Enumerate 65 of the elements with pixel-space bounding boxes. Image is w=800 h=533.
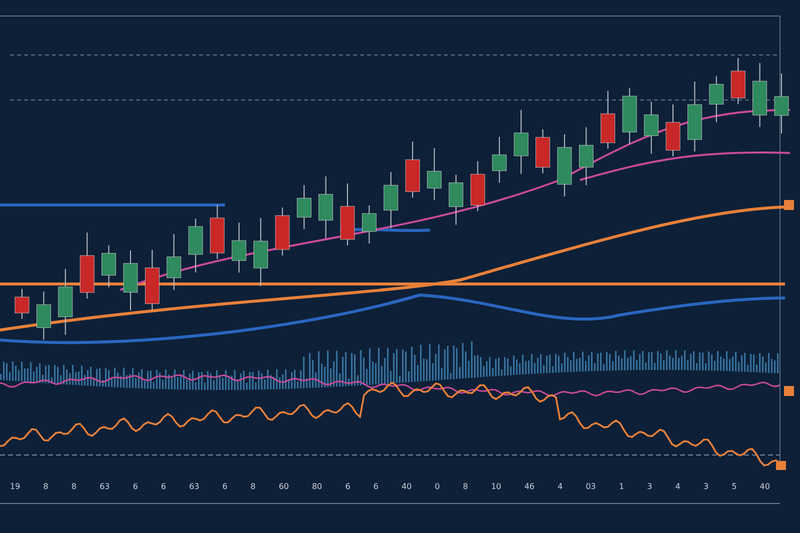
axis-label: 80 [312,482,322,491]
candlestick [492,136,507,184]
candlestick [405,141,420,198]
axis-label: 8 [250,482,256,491]
axis-label: 6 [373,482,378,491]
axis-label: 6 [160,482,166,491]
axis-label: 63 [100,482,110,491]
price-marker [784,386,794,396]
candlestick [752,62,767,128]
candlestick [188,218,203,273]
candlestick [166,233,182,290]
axis-label: 19 [10,482,20,491]
candlestick [709,76,724,123]
axis-label: 1 [618,482,624,491]
candlestick [514,109,528,174]
candlestick [536,128,550,174]
axis-label: 8 [71,482,76,491]
candlestick [275,207,290,256]
price-marker [784,200,794,210]
candlestick [232,222,246,274]
candlestick [579,126,594,186]
axis-label: 3 [703,482,709,491]
axis-label: 40 [402,482,412,491]
candlestick [730,58,746,104]
candlestick [470,160,485,212]
candlestick [666,104,680,157]
axis-label: 0 [434,482,440,491]
candlestick [774,72,789,134]
candlestick [145,249,160,310]
candlestick [254,218,268,287]
candlestick [644,101,658,154]
axis-label: 10 [491,482,502,491]
candlestick [102,244,116,288]
candlestick [340,182,355,246]
candlestick [622,88,637,145]
candlestick [427,148,442,201]
candlestick [210,204,224,260]
candlestick [36,291,51,340]
price-marker [776,461,786,470]
candlestick [557,134,572,197]
axis-label: 8 [43,482,48,491]
axis-label: 40 [760,482,770,491]
candlestick [318,176,333,239]
axis-label: 46 [524,482,534,491]
axis-label: 6 [222,482,228,491]
candlestick [600,90,616,150]
axis-label: 8 [462,482,468,491]
axis-label: 6 [345,482,350,491]
axis-label: 63 [189,482,200,491]
axis-label: 5 [732,482,737,491]
candlestick [688,81,702,152]
axis-label: 60 [278,482,289,491]
candlestick [123,250,138,311]
candlestick [58,268,73,336]
axis-label: 6 [132,482,138,491]
candlestick [14,288,30,320]
axis-label: 4 [675,482,680,491]
candlestick [296,184,312,230]
candlestick [384,172,398,229]
candlestick [362,205,376,244]
axis-label: 03 [586,482,596,491]
axis-label: 4 [558,482,563,491]
candlestick [448,174,464,226]
candlestick [80,232,94,300]
axis-label: 3 [647,482,652,491]
